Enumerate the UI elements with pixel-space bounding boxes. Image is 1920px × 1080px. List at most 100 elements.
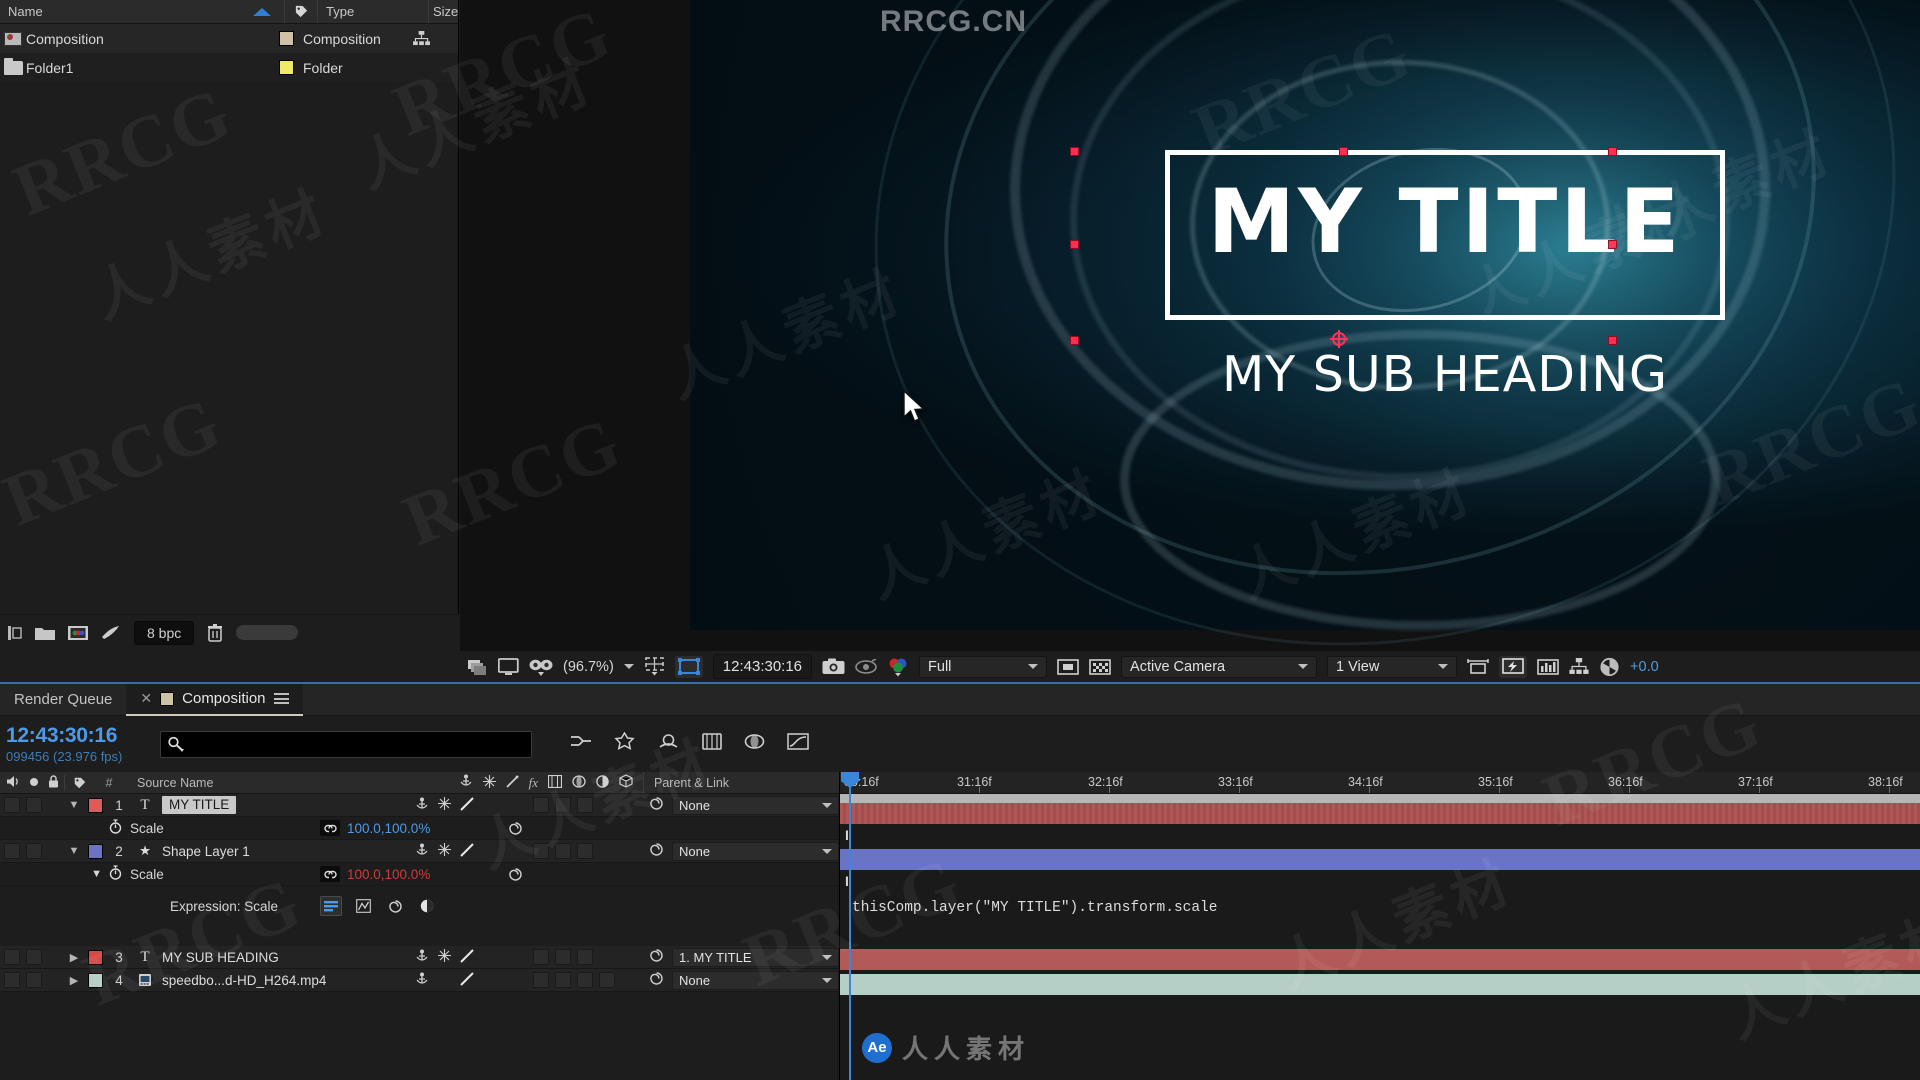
draft-3d-icon[interactable]: [614, 731, 635, 757]
panel-menu-icon[interactable]: [273, 691, 289, 707]
property-value[interactable]: 100.0,100.0: [347, 821, 418, 836]
parent-pickwhip-icon[interactable]: [649, 971, 664, 989]
shy-icon[interactable]: [415, 843, 429, 860]
close-icon[interactable]: ✕: [140, 690, 152, 707]
quality-sampling-icon[interactable]: [460, 842, 474, 860]
resolution-dropdown[interactable]: Full: [919, 655, 1048, 678]
3d-glasses-icon[interactable]: [529, 658, 553, 676]
keyframe-navigator-icon[interactable]: [490, 821, 650, 836]
label-tag-icon[interactable]: [65, 776, 95, 790]
layer-row[interactable]: ▼ 1 T MY TITLE None: [0, 794, 839, 817]
collapse-transformations-icon[interactable]: [438, 949, 451, 965]
current-time-display[interactable]: 12:43:30:16 099456 (23.976 fps): [0, 724, 152, 764]
grid-and-guide-options-icon[interactable]: [644, 657, 665, 676]
keyframe-navigator-icon[interactable]: [490, 867, 650, 882]
layer-switches[interactable]: [415, 796, 533, 814]
solo-dot-icon[interactable]: [29, 776, 39, 790]
tab-render-queue[interactable]: Render Queue: [0, 684, 126, 716]
layer-name[interactable]: speedbo...d-HD_H264.mp4: [158, 973, 415, 988]
layer-switches[interactable]: [415, 842, 533, 860]
parent-pickwhip-icon[interactable]: [649, 948, 664, 966]
anchor-point-icon[interactable]: [1330, 330, 1348, 348]
selection-handle[interactable]: [1339, 147, 1348, 156]
av-toggles[interactable]: [0, 843, 64, 859]
parent-dropdown[interactable]: None: [672, 795, 839, 815]
layer-row[interactable]: ▶ 3 T MY SUB HEADING 1. MY TITLE: [0, 946, 839, 969]
constrain-proportions-icon[interactable]: [320, 866, 340, 882]
interpret-footage-icon[interactable]: [8, 625, 22, 641]
selection-handle[interactable]: [1070, 336, 1079, 345]
layer-bar[interactable]: [840, 803, 1920, 824]
layer-switches[interactable]: [415, 971, 533, 989]
always-preview-this-view-icon[interactable]: [468, 658, 488, 676]
parent-cell[interactable]: 1. MY TITLE: [643, 947, 839, 967]
expand-twirly-icon[interactable]: ▼: [64, 799, 84, 811]
layer-bar[interactable]: [840, 849, 1920, 870]
toggle-pixel-aspect-correction-icon[interactable]: [1467, 658, 1489, 676]
tab-composition[interactable]: ✕ Composition: [126, 683, 303, 716]
parent-cell[interactable]: None: [643, 970, 839, 990]
title-layer-group[interactable]: MY TITLE MY SUB HEADING: [1070, 147, 1725, 403]
selection-handle[interactable]: [1070, 240, 1079, 249]
layer-name[interactable]: MY SUB HEADING: [158, 950, 415, 965]
new-composition-icon[interactable]: [68, 625, 88, 641]
av-toggles[interactable]: [0, 972, 64, 988]
layer-bar[interactable]: [840, 974, 1920, 995]
constrain-proportions-icon[interactable]: [320, 820, 340, 836]
composition-viewer[interactable]: MY TITLE MY SUB HEADING: [460, 0, 1920, 650]
motion-blur-icon[interactable]: [744, 732, 765, 756]
adjust-exposure-icon[interactable]: [1599, 657, 1620, 677]
views-dropdown[interactable]: 1 View: [1327, 655, 1458, 678]
property-row-scale[interactable]: Scale 100.0,100.0%: [0, 817, 839, 840]
time-ruler[interactable]: 30:16f 31:16f 32:16f 33:16f 34:16f 35:16…: [840, 772, 1920, 794]
timeline-icon[interactable]: [1537, 658, 1559, 676]
show-snapshot-icon[interactable]: [855, 658, 877, 675]
stopwatch-icon[interactable]: [109, 819, 122, 837]
layer-color-swatch[interactable]: [84, 972, 106, 988]
layer-row[interactable]: ▼ 2 ★ Shape Layer 1 None: [0, 840, 839, 863]
shy-icon[interactable]: [415, 972, 429, 989]
layer-name[interactable]: Shape Layer 1: [158, 844, 415, 859]
chevron-down-icon[interactable]: [623, 664, 634, 669]
quality-sampling-icon[interactable]: [460, 948, 474, 966]
target-region-icon[interactable]: [1057, 658, 1079, 676]
exposure-value[interactable]: +0.0: [1630, 659, 1659, 675]
av-toggles[interactable]: [0, 797, 64, 813]
expression-code[interactable]: thisComp.layer("MY TITLE").transform.sca…: [852, 900, 1217, 916]
toggle-transparency-grid-icon[interactable]: [1089, 658, 1111, 676]
expand-twirly-icon[interactable]: ▶: [64, 974, 84, 987]
bit-depth-button[interactable]: 8 bpc: [134, 620, 195, 645]
project-settings-icon[interactable]: [101, 624, 121, 641]
expression-pickwhip-icon[interactable]: [384, 896, 406, 916]
camera-dropdown[interactable]: Active Camera: [1121, 655, 1318, 678]
parent-dropdown[interactable]: None: [672, 970, 839, 990]
show-channel-icon[interactable]: [887, 657, 909, 677]
column-header-source-name[interactable]: Source Name: [123, 776, 459, 790]
expression-language-menu-icon[interactable]: [416, 896, 438, 916]
toolbar-pill[interactable]: [236, 625, 299, 640]
composition-flowchart-icon[interactable]: [1569, 658, 1589, 675]
parent-cell[interactable]: None: [643, 841, 839, 861]
av-toggles[interactable]: [0, 949, 64, 965]
property-row-scale-expression[interactable]: ▼ Scale 100.0,100.0%: [0, 863, 839, 886]
search-input[interactable]: [160, 730, 532, 758]
column-header-type[interactable]: Type: [318, 4, 428, 19]
zoom-level[interactable]: (96.7%): [563, 659, 614, 675]
property-value-cell[interactable]: 100.0,100.0%: [320, 866, 490, 882]
project-empty-area[interactable]: [0, 82, 458, 610]
expand-twirly-icon[interactable]: ▶: [64, 951, 84, 964]
selection-handle[interactable]: [1608, 147, 1617, 156]
composition-canvas[interactable]: MY TITLE MY SUB HEADING: [690, 0, 1920, 650]
shy-icon[interactable]: [415, 949, 429, 966]
project-item-composition[interactable]: Composition Composition: [0, 24, 458, 53]
parent-pickwhip-icon[interactable]: [649, 842, 664, 860]
layer-color-swatch[interactable]: [84, 843, 106, 859]
quality-sampling-icon[interactable]: [460, 796, 474, 814]
property-value[interactable]: 100.0,100.0: [347, 867, 418, 882]
monitor-icon[interactable]: [498, 657, 519, 676]
property-value-cell[interactable]: 100.0,100.0%: [320, 820, 490, 836]
layer-row[interactable]: ▶ 4 speedbo...d-HD_H264.mp4 None: [0, 969, 839, 992]
audio-toggle-icon[interactable]: [6, 775, 20, 791]
expand-twirly-icon[interactable]: ▼: [64, 845, 84, 857]
layer-switches[interactable]: [415, 948, 533, 966]
